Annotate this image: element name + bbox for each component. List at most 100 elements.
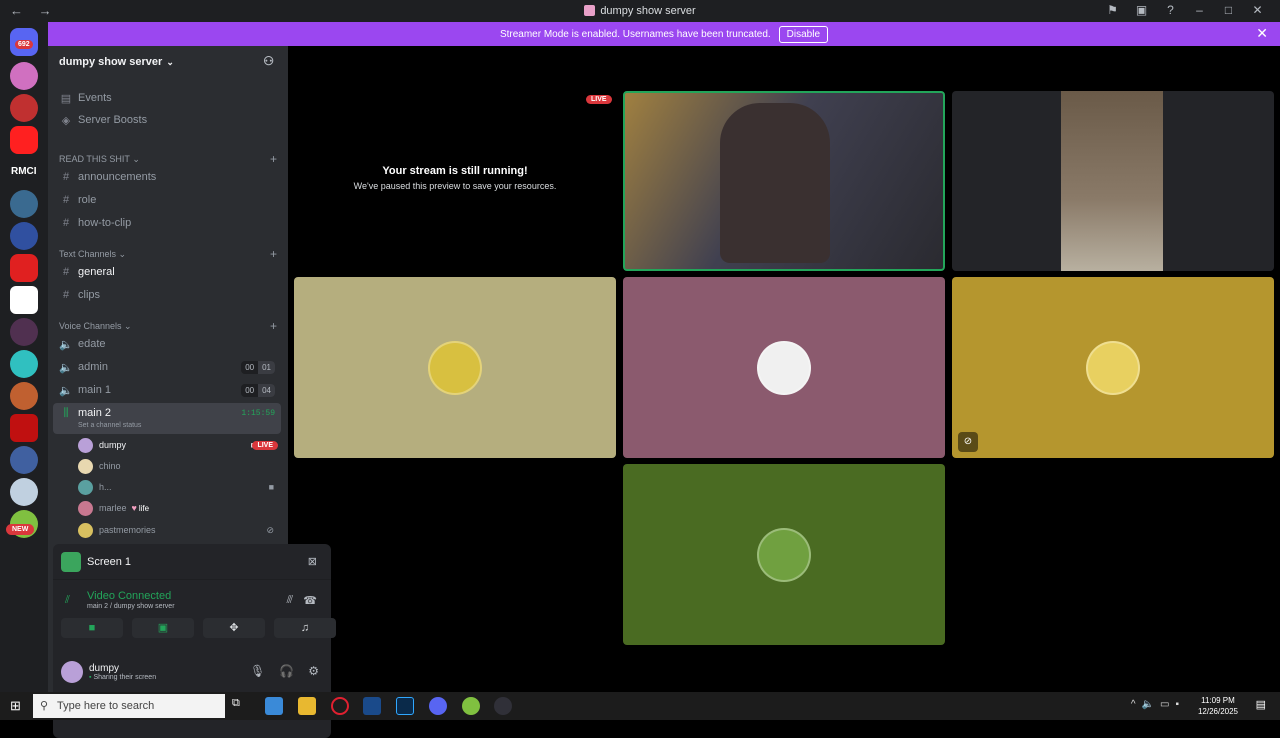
menu-server-boosts[interactable]: ◈ Server Boosts: [53, 110, 281, 130]
window-controls: ⚑ ▣? – □ ✕: [1098, 3, 1272, 17]
discord-icon[interactable]: [429, 697, 447, 715]
inbox-icon[interactable]: ▣: [1127, 3, 1156, 17]
notification-badge: 692: [15, 40, 33, 49]
add-member-icon[interactable]: ⚇: [263, 54, 274, 68]
opera-icon[interactable]: [331, 697, 349, 715]
file-explorer-icon[interactable]: [298, 697, 316, 715]
voice-main-1[interactable]: 🔈 main 1 00 04: [53, 380, 281, 400]
user-status: ▪ Sharing their screen: [89, 674, 156, 681]
connection-status[interactable]: Video Connected: [87, 590, 171, 602]
channel-announcements[interactable]: # announcements: [53, 167, 281, 187]
server-icon[interactable]: [10, 126, 38, 154]
server-icon[interactable]: [10, 382, 38, 410]
server-icon[interactable]: [10, 94, 38, 122]
gear-icon[interactable]: ⚙: [308, 664, 319, 678]
server-icon[interactable]: [10, 286, 38, 314]
voice-user[interactable]: h... ■: [78, 477, 278, 497]
channel-role[interactable]: # role: [53, 190, 281, 210]
video-tile-webcam[interactable]: [623, 91, 945, 271]
heart-icon: ♥: [131, 503, 137, 513]
windows-start-icon[interactable]: ⊞: [10, 698, 21, 714]
voice-user[interactable]: marlee ♥ life: [78, 498, 278, 518]
hash-icon: #: [62, 217, 70, 229]
disconnect-icon[interactable]: ☎: [303, 594, 317, 607]
voice-user[interactable]: pastmemories ⊘: [78, 520, 278, 540]
server-icon[interactable]: [10, 222, 38, 250]
plus-icon[interactable]: +: [270, 152, 277, 166]
voice-user[interactable]: chino: [78, 456, 278, 476]
video-tile-camera[interactable]: [952, 91, 1274, 271]
app-icon[interactable]: [462, 697, 480, 715]
stop-share-icon[interactable]: ⊠: [308, 555, 317, 568]
voice-admin[interactable]: 🔈 admin 00 01: [53, 357, 281, 377]
server-icon[interactable]: [10, 254, 38, 282]
user-name[interactable]: dumpy: [89, 663, 156, 674]
user-tile[interactable]: ⊘: [952, 277, 1274, 458]
window-title-text: dumpy show server: [600, 5, 696, 17]
app-icon[interactable]: [265, 697, 283, 715]
headset-icon[interactable]: 🎧: [279, 664, 294, 678]
avatar: [78, 458, 93, 474]
channel-general[interactable]: # general: [53, 262, 281, 282]
voice-main-2[interactable]: ⫼ main 2 1:15:59 Set a channel status: [53, 403, 281, 434]
close-button[interactable]: ✕: [1243, 3, 1272, 17]
avatar: [428, 340, 482, 395]
server-icon[interactable]: [10, 318, 38, 346]
soundboard-button[interactable]: ♫: [274, 618, 336, 638]
microphone-icon[interactable]: 🎙: [250, 664, 265, 678]
clock[interactable]: 11:09 PM 12/26/2025: [1198, 695, 1238, 717]
category-read-this[interactable]: READ THIS SHIT ⌄ +: [59, 152, 279, 166]
help-icon[interactable]: ?: [1156, 3, 1185, 17]
server-icon[interactable]: [10, 414, 38, 442]
plus-icon[interactable]: +: [270, 247, 277, 261]
server-icon[interactable]: [10, 62, 38, 90]
server-icon[interactable]: [10, 446, 38, 474]
muted-icon: ⊘: [266, 524, 274, 535]
screen-share-button[interactable]: ▣: [132, 618, 194, 638]
avatar[interactable]: [61, 661, 83, 683]
system-tray[interactable]: ^🔈▭▪: [1131, 699, 1185, 710]
disable-button[interactable]: Disable: [778, 25, 829, 43]
avatar: [78, 500, 93, 516]
banner-text: Streamer Mode is enabled. Usernames have…: [499, 28, 771, 40]
channel-status[interactable]: Set a channel status: [78, 422, 141, 429]
channel-how-to-clip[interactable]: # how-to-clip: [53, 213, 281, 233]
photoshop-icon[interactable]: [396, 697, 414, 715]
streamer-mode-banner: Streamer Mode is enabled. Usernames have…: [48, 22, 1280, 46]
menu-events[interactable]: ▤ Events: [53, 88, 281, 108]
avatar: [78, 522, 93, 538]
user-tile[interactable]: [623, 277, 945, 458]
voice-edate[interactable]: 🔈 edate: [53, 334, 281, 354]
connection-location[interactable]: main 2 / dumpy show server: [87, 603, 175, 610]
search-input[interactable]: ⚲ Type here to search: [33, 694, 225, 718]
minimize-button[interactable]: –: [1185, 3, 1214, 17]
activities-button[interactable]: ✥: [203, 618, 265, 638]
notifications-icon[interactable]: ▤: [1256, 698, 1266, 711]
avatar: [78, 437, 93, 453]
user-tile[interactable]: [623, 464, 945, 645]
server-icon[interactable]: [10, 478, 38, 506]
server-icon[interactable]: [10, 350, 38, 378]
server-label[interactable]: RMCI: [11, 166, 37, 177]
category-voice-channels[interactable]: Voice Channels ⌄ +: [59, 319, 279, 333]
close-icon[interactable]: ✕: [1256, 25, 1268, 42]
server-header[interactable]: dumpy show server ⌄ ⚇: [48, 46, 288, 78]
voice-user[interactable]: dumpy■LIVE: [78, 435, 278, 455]
channel-clips[interactable]: # clips: [53, 285, 281, 305]
obs-icon[interactable]: [494, 697, 512, 715]
user-tile[interactable]: [294, 277, 616, 458]
plus-icon[interactable]: +: [270, 319, 277, 333]
user-limit: 00 01: [241, 360, 275, 374]
title-bar: ← → dumpy show server ⚑ ▣? – □ ✕: [0, 0, 1280, 22]
category-text-channels[interactable]: Text Channels ⌄ +: [59, 247, 279, 261]
maximize-button[interactable]: □: [1214, 3, 1243, 17]
server-icon[interactable]: [10, 190, 38, 218]
task-view-icon[interactable]: ⧉: [232, 697, 250, 715]
signal-icon[interactable]: ⫽: [65, 594, 70, 607]
avatar: [757, 527, 811, 582]
speaker-icon: 🔈: [59, 361, 73, 374]
camera-button[interactable]: ■: [61, 618, 123, 638]
noise-suppression-icon[interactable]: ⫻: [286, 594, 293, 607]
vegas-icon[interactable]: [363, 697, 381, 715]
flag-icon[interactable]: ⚑: [1098, 3, 1127, 17]
